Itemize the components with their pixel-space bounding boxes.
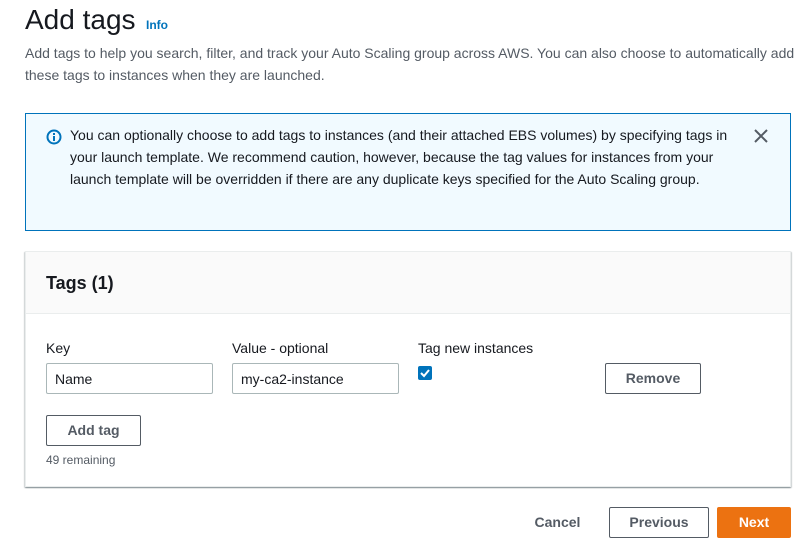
info-alert: You can optionally choose to add tags to… xyxy=(25,113,791,231)
remove-tag-button[interactable]: Remove xyxy=(605,363,701,394)
tags-panel-header: Tags (1) xyxy=(26,252,790,314)
previous-button[interactable]: Previous xyxy=(609,507,709,538)
checkmark-icon xyxy=(420,369,430,378)
close-icon[interactable] xyxy=(752,127,770,145)
info-link[interactable]: Info xyxy=(146,17,168,33)
tags-panel-title: Tags (1) xyxy=(46,273,114,293)
tags-remaining-text: 49 remaining xyxy=(46,453,116,467)
tag-new-instances-column-label: Tag new instances xyxy=(418,340,534,356)
add-tag-button[interactable]: Add tag xyxy=(46,415,141,446)
cancel-button[interactable]: Cancel xyxy=(520,507,595,538)
next-button[interactable]: Next xyxy=(717,507,791,538)
tag-key-input[interactable] xyxy=(46,363,213,394)
tag-value-input[interactable] xyxy=(232,363,399,394)
page-description: Add tags to help you search, filter, and… xyxy=(25,45,795,83)
tag-new-instances-checkbox[interactable] xyxy=(418,366,432,380)
alert-message: You can optionally choose to add tags to… xyxy=(70,127,728,187)
tags-panel: Tags (1) Key Value - optional Tag new in… xyxy=(25,251,791,487)
info-circle-icon xyxy=(46,129,62,145)
key-column-label: Key xyxy=(46,340,71,356)
value-column-label: Value - optional xyxy=(232,340,329,356)
page-title: Add tags xyxy=(25,4,136,35)
